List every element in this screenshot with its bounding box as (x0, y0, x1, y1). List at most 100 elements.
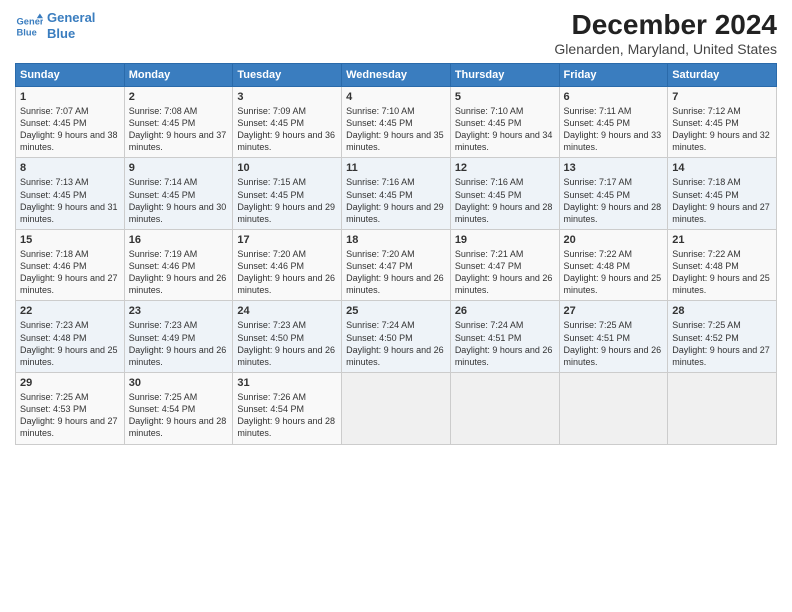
title-block: December 2024 Glenarden, Maryland, Unite… (554, 10, 777, 57)
logo: General Blue GeneralBlue (15, 10, 95, 41)
page-subtitle: Glenarden, Maryland, United States (554, 41, 777, 57)
calendar-header-row: SundayMondayTuesdayWednesdayThursdayFrid… (16, 63, 777, 86)
day-info: Sunrise: 7:20 AMSunset: 4:47 PMDaylight:… (346, 248, 446, 297)
day-number: 9 (129, 162, 229, 174)
day-info: Sunrise: 7:23 AMSunset: 4:48 PMDaylight:… (20, 319, 120, 368)
day-number: 16 (129, 234, 229, 246)
day-number: 25 (346, 305, 446, 317)
col-header-monday: Monday (124, 63, 233, 86)
day-number: 17 (237, 234, 337, 246)
day-number: 22 (20, 305, 120, 317)
day-info: Sunrise: 7:25 AMSunset: 4:53 PMDaylight:… (20, 391, 120, 440)
calendar-cell: 22 Sunrise: 7:23 AMSunset: 4:48 PMDaylig… (16, 301, 125, 373)
calendar-cell: 29 Sunrise: 7:25 AMSunset: 4:53 PMDaylig… (16, 373, 125, 445)
col-header-sunday: Sunday (16, 63, 125, 86)
day-number: 2 (129, 91, 229, 103)
calendar-cell: 21 Sunrise: 7:22 AMSunset: 4:48 PMDaylig… (668, 229, 777, 301)
day-number: 13 (564, 162, 664, 174)
calendar-week-row: 15 Sunrise: 7:18 AMSunset: 4:46 PMDaylig… (16, 229, 777, 301)
calendar-cell: 17 Sunrise: 7:20 AMSunset: 4:46 PMDaylig… (233, 229, 342, 301)
calendar-cell (668, 373, 777, 445)
calendar-cell: 1 Sunrise: 7:07 AMSunset: 4:45 PMDayligh… (16, 86, 125, 158)
calendar-cell (450, 373, 559, 445)
calendar-cell: 18 Sunrise: 7:20 AMSunset: 4:47 PMDaylig… (342, 229, 451, 301)
calendar-week-row: 22 Sunrise: 7:23 AMSunset: 4:48 PMDaylig… (16, 301, 777, 373)
day-info: Sunrise: 7:10 AMSunset: 4:45 PMDaylight:… (346, 105, 446, 154)
calendar-table: SundayMondayTuesdayWednesdayThursdayFrid… (15, 63, 777, 445)
day-info: Sunrise: 7:08 AMSunset: 4:45 PMDaylight:… (129, 105, 229, 154)
calendar-cell (559, 373, 668, 445)
day-info: Sunrise: 7:15 AMSunset: 4:45 PMDaylight:… (237, 176, 337, 225)
day-info: Sunrise: 7:10 AMSunset: 4:45 PMDaylight:… (455, 105, 555, 154)
day-info: Sunrise: 7:20 AMSunset: 4:46 PMDaylight:… (237, 248, 337, 297)
calendar-cell: 13 Sunrise: 7:17 AMSunset: 4:45 PMDaylig… (559, 158, 668, 230)
day-number: 4 (346, 91, 446, 103)
logo-text: GeneralBlue (47, 10, 95, 41)
day-info: Sunrise: 7:12 AMSunset: 4:45 PMDaylight:… (672, 105, 772, 154)
page-title: December 2024 (554, 10, 777, 41)
day-number: 21 (672, 234, 772, 246)
day-number: 15 (20, 234, 120, 246)
svg-text:Blue: Blue (17, 27, 37, 37)
day-info: Sunrise: 7:24 AMSunset: 4:50 PMDaylight:… (346, 319, 446, 368)
calendar-cell: 23 Sunrise: 7:23 AMSunset: 4:49 PMDaylig… (124, 301, 233, 373)
day-info: Sunrise: 7:09 AMSunset: 4:45 PMDaylight:… (237, 105, 337, 154)
day-number: 18 (346, 234, 446, 246)
day-info: Sunrise: 7:25 AMSunset: 4:54 PMDaylight:… (129, 391, 229, 440)
day-info: Sunrise: 7:25 AMSunset: 4:51 PMDaylight:… (564, 319, 664, 368)
day-info: Sunrise: 7:07 AMSunset: 4:45 PMDaylight:… (20, 105, 120, 154)
day-number: 6 (564, 91, 664, 103)
day-number: 8 (20, 162, 120, 174)
day-info: Sunrise: 7:14 AMSunset: 4:45 PMDaylight:… (129, 176, 229, 225)
calendar-body: 1 Sunrise: 7:07 AMSunset: 4:45 PMDayligh… (16, 86, 777, 444)
col-header-tuesday: Tuesday (233, 63, 342, 86)
day-number: 29 (20, 377, 120, 389)
calendar-cell: 4 Sunrise: 7:10 AMSunset: 4:45 PMDayligh… (342, 86, 451, 158)
day-number: 14 (672, 162, 772, 174)
calendar-cell: 26 Sunrise: 7:24 AMSunset: 4:51 PMDaylig… (450, 301, 559, 373)
calendar-cell: 30 Sunrise: 7:25 AMSunset: 4:54 PMDaylig… (124, 373, 233, 445)
calendar-cell: 3 Sunrise: 7:09 AMSunset: 4:45 PMDayligh… (233, 86, 342, 158)
calendar-cell: 11 Sunrise: 7:16 AMSunset: 4:45 PMDaylig… (342, 158, 451, 230)
day-number: 7 (672, 91, 772, 103)
day-number: 5 (455, 91, 555, 103)
day-info: Sunrise: 7:13 AMSunset: 4:45 PMDaylight:… (20, 176, 120, 225)
day-info: Sunrise: 7:22 AMSunset: 4:48 PMDaylight:… (564, 248, 664, 297)
calendar-cell: 2 Sunrise: 7:08 AMSunset: 4:45 PMDayligh… (124, 86, 233, 158)
day-info: Sunrise: 7:23 AMSunset: 4:49 PMDaylight:… (129, 319, 229, 368)
day-number: 12 (455, 162, 555, 174)
calendar-cell: 31 Sunrise: 7:26 AMSunset: 4:54 PMDaylig… (233, 373, 342, 445)
calendar-week-row: 29 Sunrise: 7:25 AMSunset: 4:53 PMDaylig… (16, 373, 777, 445)
col-header-saturday: Saturday (668, 63, 777, 86)
col-header-thursday: Thursday (450, 63, 559, 86)
day-number: 31 (237, 377, 337, 389)
col-header-friday: Friday (559, 63, 668, 86)
day-info: Sunrise: 7:16 AMSunset: 4:45 PMDaylight:… (455, 176, 555, 225)
calendar-cell: 7 Sunrise: 7:12 AMSunset: 4:45 PMDayligh… (668, 86, 777, 158)
logo-icon: General Blue (15, 12, 43, 40)
calendar-cell: 6 Sunrise: 7:11 AMSunset: 4:45 PMDayligh… (559, 86, 668, 158)
day-number: 26 (455, 305, 555, 317)
calendar-cell: 5 Sunrise: 7:10 AMSunset: 4:45 PMDayligh… (450, 86, 559, 158)
calendar-cell: 8 Sunrise: 7:13 AMSunset: 4:45 PMDayligh… (16, 158, 125, 230)
day-info: Sunrise: 7:18 AMSunset: 4:46 PMDaylight:… (20, 248, 120, 297)
day-number: 10 (237, 162, 337, 174)
page-header: General Blue GeneralBlue December 2024 G… (15, 10, 777, 57)
col-header-wednesday: Wednesday (342, 63, 451, 86)
day-number: 23 (129, 305, 229, 317)
calendar-cell: 25 Sunrise: 7:24 AMSunset: 4:50 PMDaylig… (342, 301, 451, 373)
day-info: Sunrise: 7:17 AMSunset: 4:45 PMDaylight:… (564, 176, 664, 225)
day-number: 28 (672, 305, 772, 317)
calendar-cell: 28 Sunrise: 7:25 AMSunset: 4:52 PMDaylig… (668, 301, 777, 373)
day-info: Sunrise: 7:21 AMSunset: 4:47 PMDaylight:… (455, 248, 555, 297)
day-number: 11 (346, 162, 446, 174)
day-number: 1 (20, 91, 120, 103)
day-number: 3 (237, 91, 337, 103)
day-number: 27 (564, 305, 664, 317)
calendar-cell: 12 Sunrise: 7:16 AMSunset: 4:45 PMDaylig… (450, 158, 559, 230)
calendar-cell: 15 Sunrise: 7:18 AMSunset: 4:46 PMDaylig… (16, 229, 125, 301)
day-number: 30 (129, 377, 229, 389)
calendar-cell: 9 Sunrise: 7:14 AMSunset: 4:45 PMDayligh… (124, 158, 233, 230)
calendar-week-row: 1 Sunrise: 7:07 AMSunset: 4:45 PMDayligh… (16, 86, 777, 158)
day-number: 19 (455, 234, 555, 246)
